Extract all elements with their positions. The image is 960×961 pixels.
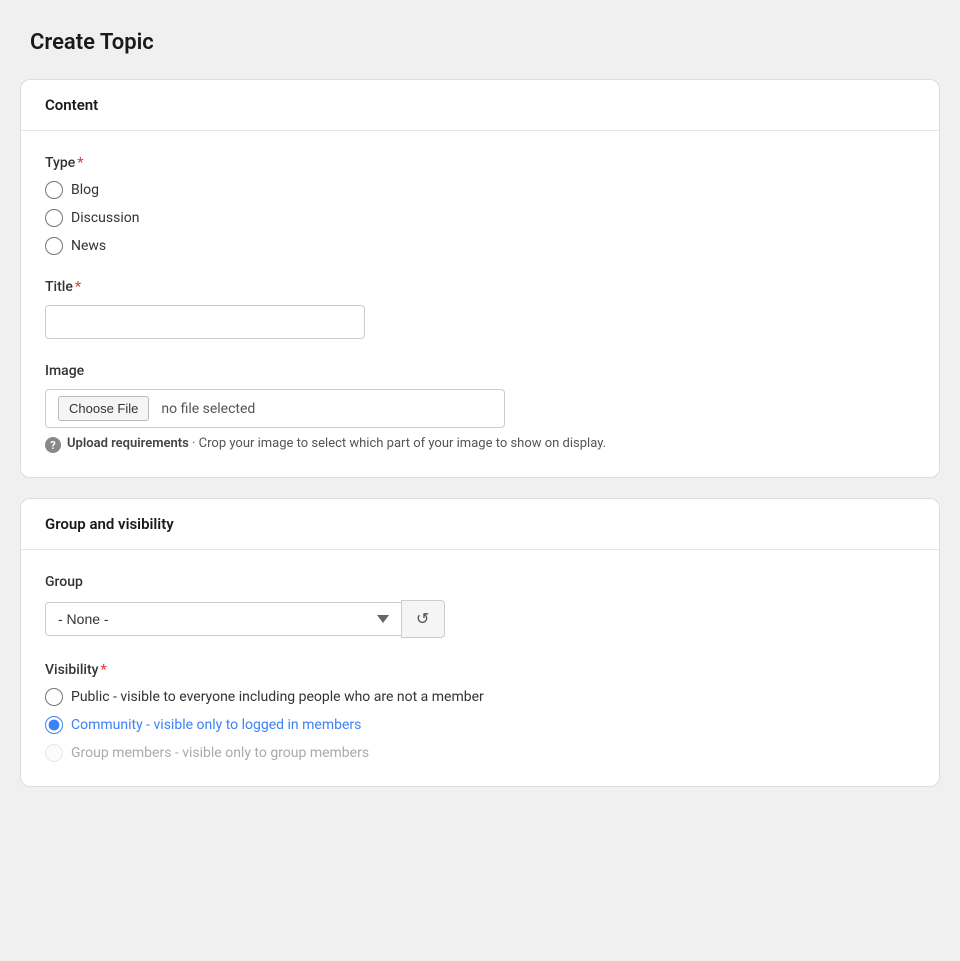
upload-hint-label: Upload requirements	[67, 436, 189, 451]
type-radio-news[interactable]: News	[45, 237, 915, 255]
group-card: Group and visibility Group - None - ↻ Vi…	[20, 498, 940, 787]
visibility-public-label[interactable]: Public - visible to everyone including p…	[71, 689, 484, 705]
group-card-body: Group - None - ↻ Visibility* Public - vi…	[21, 550, 939, 786]
type-label: Type*	[45, 155, 915, 171]
group-refresh-button[interactable]: ↻	[401, 600, 445, 638]
visibility-label: Visibility*	[45, 662, 915, 678]
upload-hint-detail: · Crop your image to select which part o…	[192, 436, 606, 451]
type-news-input[interactable]	[45, 237, 63, 255]
title-required-star: *	[75, 279, 81, 295]
upload-hint-text: Upload requirements · Crop your image to…	[67, 436, 606, 451]
visibility-radio-community[interactable]: Community - visible only to logged in me…	[45, 716, 915, 734]
visibility-radio-public[interactable]: Public - visible to everyone including p…	[45, 688, 915, 706]
group-card-header: Group and visibility	[21, 499, 939, 550]
content-card-body: Type* Blog Discussion News Titl	[21, 131, 939, 477]
type-field: Type* Blog Discussion News	[45, 155, 915, 255]
type-radio-blog[interactable]: Blog	[45, 181, 915, 199]
visibility-group-label: Group members - visible only to group me…	[71, 745, 369, 761]
file-input-wrapper: Choose File no file selected	[45, 389, 505, 428]
group-label: Group	[45, 574, 915, 590]
upload-hint: ? Upload requirements · Crop your image …	[45, 436, 915, 453]
content-card-header: Content	[21, 80, 939, 131]
group-field: Group - None - ↻	[45, 574, 915, 638]
type-required-star: *	[77, 155, 83, 171]
upload-hint-icon: ?	[45, 437, 61, 453]
visibility-group-input	[45, 744, 63, 762]
group-select[interactable]: - None -	[45, 602, 401, 636]
group-select-wrapper: - None - ↻	[45, 600, 445, 638]
visibility-public-input[interactable]	[45, 688, 63, 706]
visibility-field: Visibility* Public - visible to everyone…	[45, 662, 915, 762]
image-label: Image	[45, 363, 915, 379]
image-field: Image Choose File no file selected ? Upl…	[45, 363, 915, 453]
page-title: Create Topic	[30, 30, 940, 55]
visibility-community-input[interactable]	[45, 716, 63, 734]
title-field: Title*	[45, 279, 915, 339]
type-blog-label[interactable]: Blog	[71, 182, 99, 198]
visibility-radio-group-members: Group members - visible only to group me…	[45, 744, 915, 762]
title-label: Title*	[45, 279, 915, 295]
content-card: Content Type* Blog Discussion News	[20, 79, 940, 478]
visibility-community-label[interactable]: Community - visible only to logged in me…	[71, 717, 361, 733]
choose-file-button[interactable]: Choose File	[58, 396, 149, 421]
type-discussion-input[interactable]	[45, 209, 63, 227]
type-discussion-label[interactable]: Discussion	[71, 210, 139, 226]
type-radio-group: Blog Discussion News	[45, 181, 915, 255]
file-name-label: no file selected	[161, 401, 255, 417]
type-blog-input[interactable]	[45, 181, 63, 199]
type-radio-discussion[interactable]: Discussion	[45, 209, 915, 227]
visibility-radio-group: Public - visible to everyone including p…	[45, 688, 915, 762]
refresh-icon: ↻	[416, 609, 429, 629]
title-input[interactable]	[45, 305, 365, 339]
visibility-required-star: *	[100, 662, 106, 678]
type-news-label[interactable]: News	[71, 238, 106, 254]
